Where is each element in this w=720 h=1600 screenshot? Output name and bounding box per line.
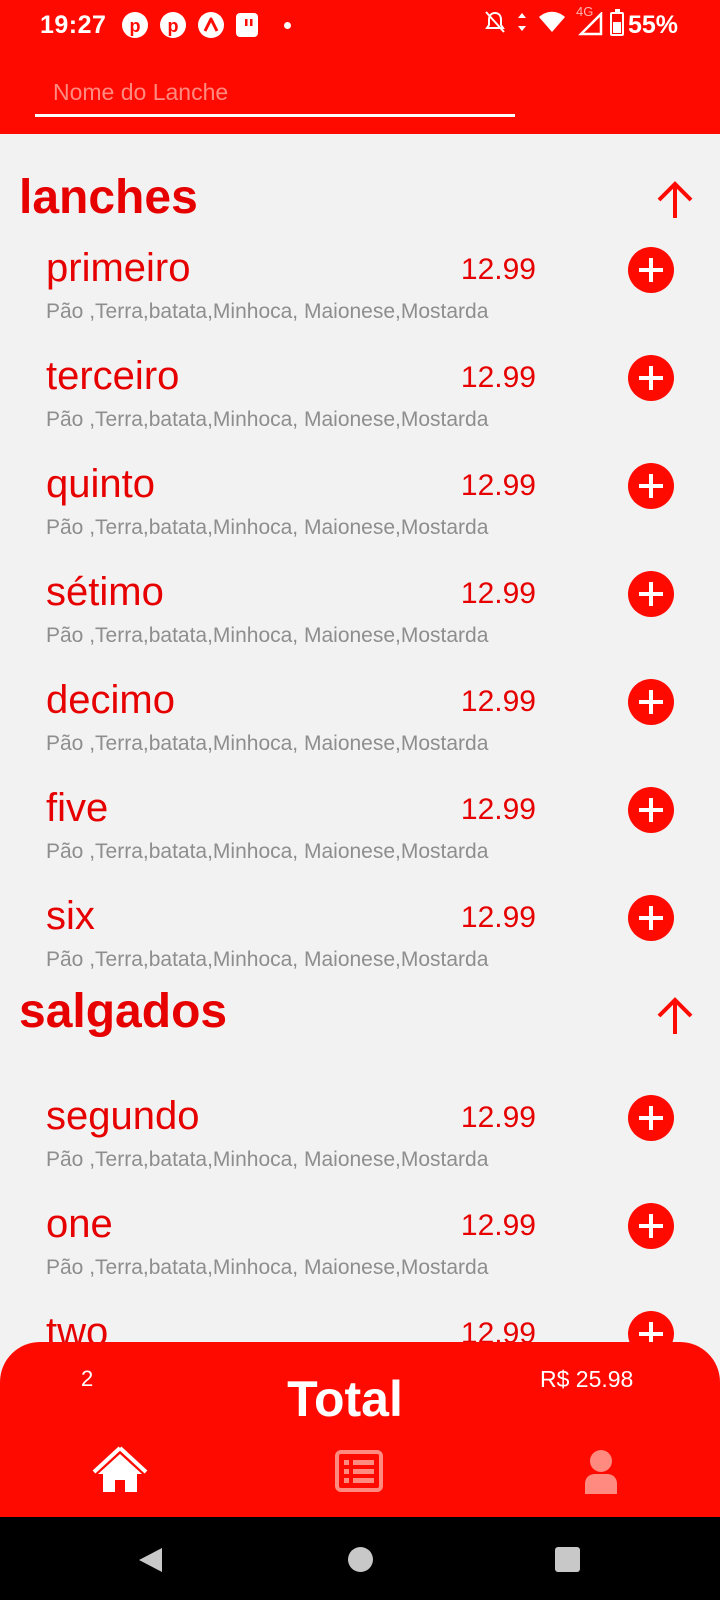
notification-icons: p p	[122, 12, 291, 38]
list-item[interactable]: decimo 12.99 Pão ,Terra,batata,Minhoca, …	[0, 678, 720, 796]
item-price: 12.99	[460, 577, 536, 610]
item-price: 12.99	[460, 361, 536, 394]
status-time: 19:27	[40, 11, 107, 39]
list-item[interactable]: one 12.99 Pão ,Terra,batata,Minhoca, Mai…	[0, 1202, 720, 1320]
user-icon[interactable]	[573, 1444, 629, 1500]
item-description: Pão ,Terra,batata,Minhoca, Maionese,Most…	[46, 516, 489, 539]
item-name: terceiro	[46, 354, 180, 398]
item-price: 12.99	[460, 685, 536, 718]
section-header: lanches	[0, 134, 720, 256]
item-description: Pão ,Terra,batata,Minhoca, Maionese,Most…	[46, 1148, 489, 1171]
add-item-button[interactable]	[628, 463, 674, 509]
add-item-button[interactable]	[628, 895, 674, 941]
battery-percent: 55%	[627, 11, 678, 39]
cell-signal: 4G	[576, 4, 603, 36]
item-name: one	[46, 1202, 113, 1246]
item-name: segundo	[46, 1094, 200, 1138]
menu-list[interactable]: lanches primeiro 12.99 Pão ,Terra,batata…	[0, 134, 720, 1342]
item-description: Pão ,Terra,batata,Minhoca, Maionese,Most…	[46, 300, 489, 323]
item-name: two	[46, 1310, 109, 1342]
item-name: quinto	[46, 462, 155, 506]
arc-icon	[198, 12, 224, 38]
add-item-button[interactable]	[628, 247, 674, 293]
recent-apps-icon[interactable]	[555, 1547, 580, 1572]
battery-icon	[610, 9, 624, 36]
twitch-icon	[236, 13, 258, 37]
add-item-button[interactable]	[628, 787, 674, 833]
list-item[interactable]: terceiro 12.99 Pão ,Terra,batata,Minhoca…	[0, 354, 720, 472]
app-header: 19:27 p p 4G 55% Nome do Lanche	[0, 0, 720, 134]
bottom-nav	[0, 1444, 720, 1500]
add-item-button[interactable]	[628, 571, 674, 617]
section-title: lanches	[19, 171, 198, 224]
svg-text:p: p	[168, 16, 179, 36]
list-item[interactable]: five 12.99 Pão ,Terra,batata,Minhoca, Ma…	[0, 786, 720, 904]
item-name: sétimo	[46, 570, 164, 614]
search-field[interactable]	[35, 70, 515, 117]
section-lanches: lanches primeiro 12.99 Pão ,Terra,batata…	[0, 134, 720, 1012]
pinterest-icon: p	[122, 12, 148, 38]
item-name: six	[46, 894, 95, 938]
item-description: Pão ,Terra,batata,Minhoca, Maionese,Most…	[46, 1256, 489, 1279]
item-price: 12.99	[460, 793, 536, 826]
list-item[interactable]: primeiro 12.99 Pão ,Terra,batata,Minhoca…	[0, 246, 720, 364]
item-description: Pão ,Terra,batata,Minhoca, Maionese,Most…	[46, 624, 489, 647]
section-salgados: salgados segundo 12.99 Pão ,Terra,batata…	[0, 985, 720, 1342]
list-item[interactable]: sétimo 12.99 Pão ,Terra,batata,Minhoca, …	[0, 570, 720, 688]
home-icon[interactable]	[92, 1444, 148, 1500]
cart-panel: 2 Total R$ 25.98	[0, 1342, 720, 1517]
list-item[interactable]: segundo 12.99 Pão ,Terra,batata,Minhoca,…	[0, 1094, 720, 1212]
item-description: Pão ,Terra,batata,Minhoca, Maionese,Most…	[46, 408, 489, 431]
cell-signal-icon	[578, 12, 603, 36]
item-price: 12.99	[460, 1209, 536, 1242]
add-item-button[interactable]	[628, 1203, 674, 1249]
collapse-arrow-up-icon[interactable]	[655, 180, 695, 220]
item-price: 12.99	[460, 901, 536, 934]
section-header: salgados	[0, 985, 720, 1104]
item-description: Pão ,Terra,batata,Minhoca, Maionese,Most…	[46, 840, 489, 863]
data-transfer-icon	[518, 13, 526, 31]
section-title: salgados	[19, 985, 228, 1038]
item-description: Pão ,Terra,batata,Minhoca, Maionese,Most…	[46, 948, 489, 971]
add-item-button[interactable]	[628, 355, 674, 401]
item-price: 12.99	[460, 1317, 536, 1342]
list-item[interactable]: two 12.99	[0, 1310, 720, 1342]
more-notifications-dot	[284, 21, 291, 29]
item-price: 12.99	[460, 469, 536, 502]
list-icon[interactable]	[332, 1444, 388, 1500]
collapse-arrow-up-icon[interactable]	[655, 996, 695, 1036]
pinterest-icon: p	[160, 12, 186, 38]
item-name: five	[46, 786, 109, 830]
status-bar: 19:27 p p 4G 55%	[0, 0, 720, 50]
list-item[interactable]: quinto 12.99 Pão ,Terra,batata,Minhoca, …	[0, 462, 720, 580]
wifi-icon	[539, 11, 565, 32]
status-indicators: 4G	[484, 4, 603, 36]
back-icon[interactable]	[136, 1546, 164, 1574]
cart-value: R$ 25.98	[540, 1366, 634, 1392]
notifications-muted-icon	[485, 11, 505, 33]
home-circle-icon[interactable]	[348, 1547, 373, 1572]
screen: 19:27 p p 4G 55% Nome do Lanche lanches …	[0, 0, 720, 1600]
item-price: 12.99	[460, 253, 536, 286]
system-nav-bar	[0, 1517, 720, 1600]
item-price: 12.99	[460, 1101, 536, 1134]
item-name: primeiro	[46, 246, 191, 290]
item-name: decimo	[46, 678, 175, 722]
item-description: Pão ,Terra,batata,Minhoca, Maionese,Most…	[46, 732, 489, 755]
add-item-button[interactable]	[628, 1095, 674, 1141]
search-input[interactable]	[35, 70, 515, 110]
svg-text:p: p	[130, 16, 141, 36]
add-item-button[interactable]	[628, 679, 674, 725]
